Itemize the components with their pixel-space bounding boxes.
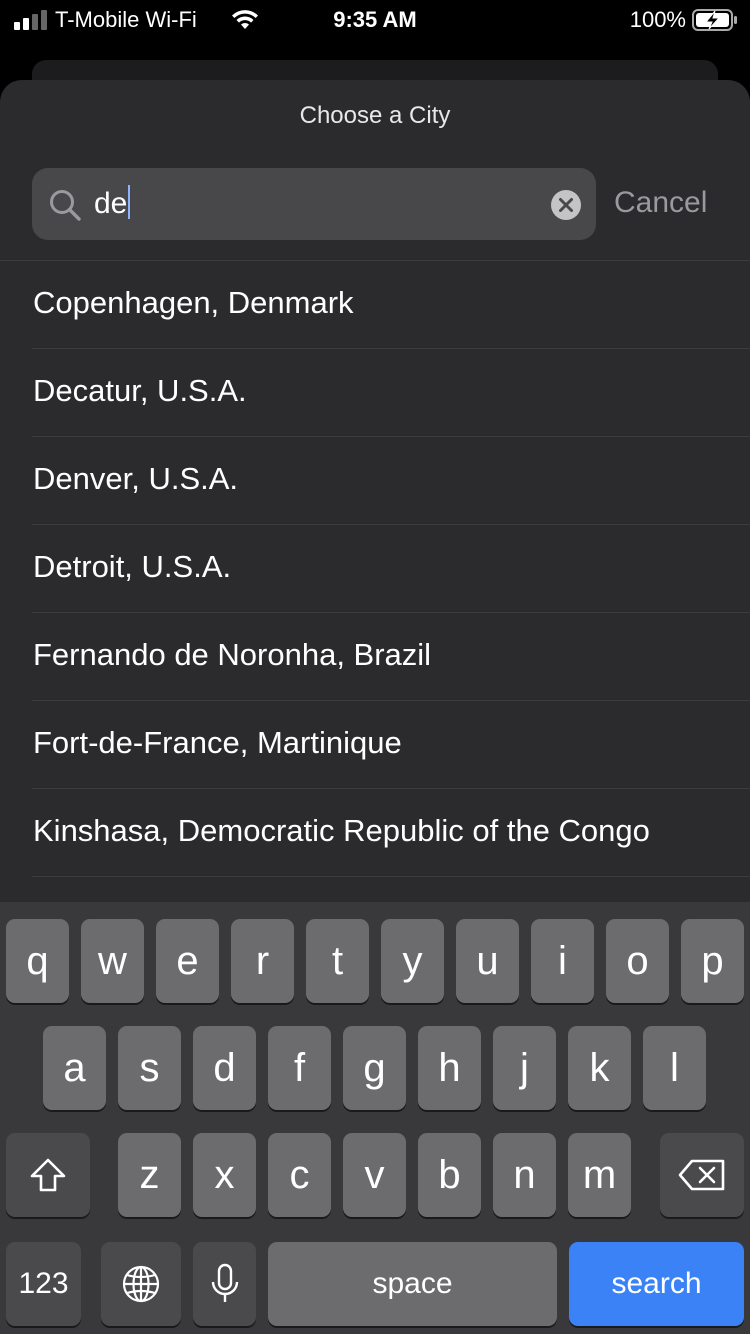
search-icon bbox=[50, 190, 81, 221]
search-input-value: de bbox=[94, 187, 128, 220]
key-t[interactable]: t bbox=[306, 919, 369, 1003]
battery-charging-icon bbox=[692, 9, 737, 31]
list-item[interactable]: Denver, U.S.A. bbox=[0, 437, 750, 525]
key-n[interactable]: n bbox=[493, 1133, 556, 1217]
battery-percent: 100% bbox=[629, 7, 686, 32]
key-p[interactable]: p bbox=[681, 919, 744, 1003]
city-label: Denver, U.S.A. bbox=[33, 461, 239, 496]
key-d[interactable]: d bbox=[193, 1026, 256, 1110]
list-item[interactable]: Fernando de Noronha, Brazil bbox=[0, 613, 750, 701]
key-i[interactable]: i bbox=[531, 919, 594, 1003]
globe-key[interactable] bbox=[101, 1242, 181, 1326]
key-b[interactable]: b bbox=[418, 1133, 481, 1217]
city-label: Decatur, U.S.A. bbox=[33, 373, 247, 408]
key-k[interactable]: k bbox=[568, 1026, 631, 1110]
city-label: Kinshasa, Democratic Republic of the Con… bbox=[33, 813, 650, 848]
key-y[interactable]: y bbox=[381, 919, 444, 1003]
space-key[interactable]: space bbox=[268, 1242, 557, 1326]
key-a[interactable]: a bbox=[43, 1026, 106, 1110]
key-s[interactable]: s bbox=[118, 1026, 181, 1110]
key-j[interactable]: j bbox=[493, 1026, 556, 1110]
list-item[interactable]: Fort-de-France, Martinique bbox=[0, 701, 750, 789]
shift-icon bbox=[30, 1158, 66, 1192]
key-m[interactable]: m bbox=[568, 1133, 631, 1217]
shift-key[interactable] bbox=[6, 1133, 90, 1217]
key-u[interactable]: u bbox=[456, 919, 519, 1003]
backspace-icon bbox=[678, 1159, 725, 1191]
cancel-button[interactable]: Cancel bbox=[614, 186, 707, 220]
sheet-title: Choose a City bbox=[299, 102, 451, 129]
key-v[interactable]: v bbox=[343, 1133, 406, 1217]
key-c[interactable]: c bbox=[268, 1133, 331, 1217]
list-item[interactable]: Copenhagen, Denmark bbox=[0, 261, 750, 349]
text-caret bbox=[128, 185, 131, 219]
clear-icon[interactable] bbox=[550, 189, 582, 221]
list-item[interactable]: Detroit, U.S.A. bbox=[0, 525, 750, 613]
key-z[interactable]: z bbox=[118, 1133, 181, 1217]
key-f[interactable]: f bbox=[268, 1026, 331, 1110]
key-q[interactable]: q bbox=[6, 919, 69, 1003]
divider bbox=[32, 876, 750, 877]
microphone-key[interactable] bbox=[193, 1242, 256, 1326]
backspace-key[interactable] bbox=[660, 1133, 744, 1217]
search-field[interactable]: de bbox=[32, 168, 596, 240]
city-label: Fernando de Noronha, Brazil bbox=[33, 637, 432, 672]
city-label: Fort-de-France, Martinique bbox=[33, 725, 402, 760]
key-e[interactable]: e bbox=[156, 919, 219, 1003]
key-l[interactable]: l bbox=[643, 1026, 706, 1110]
list-item[interactable]: Decatur, U.S.A. bbox=[0, 349, 750, 437]
key-w[interactable]: w bbox=[81, 919, 144, 1003]
search-key[interactable]: search bbox=[569, 1242, 744, 1326]
numbers-key[interactable]: 123 bbox=[6, 1242, 81, 1326]
city-label: Detroit, U.S.A. bbox=[33, 549, 232, 584]
globe-icon bbox=[122, 1265, 160, 1303]
list-item[interactable]: Kinshasa, Democratic Republic of the Con… bbox=[0, 789, 750, 877]
key-h[interactable]: h bbox=[418, 1026, 481, 1110]
key-g[interactable]: g bbox=[343, 1026, 406, 1110]
microphone-icon bbox=[211, 1263, 238, 1302]
key-x[interactable]: x bbox=[193, 1133, 256, 1217]
key-o[interactable]: o bbox=[606, 919, 669, 1003]
city-results-list: Copenhagen, Denmark Decatur, U.S.A. Denv… bbox=[0, 261, 750, 877]
keyboard: q w e r t y u i o p a s d f g h j k l z … bbox=[0, 902, 750, 1334]
city-label: Copenhagen, Denmark bbox=[33, 285, 354, 320]
key-r[interactable]: r bbox=[231, 919, 294, 1003]
search-input[interactable]: de bbox=[94, 185, 131, 221]
status-bar: T-Mobile Wi-Fi 9:35 AM 100% bbox=[0, 0, 750, 42]
